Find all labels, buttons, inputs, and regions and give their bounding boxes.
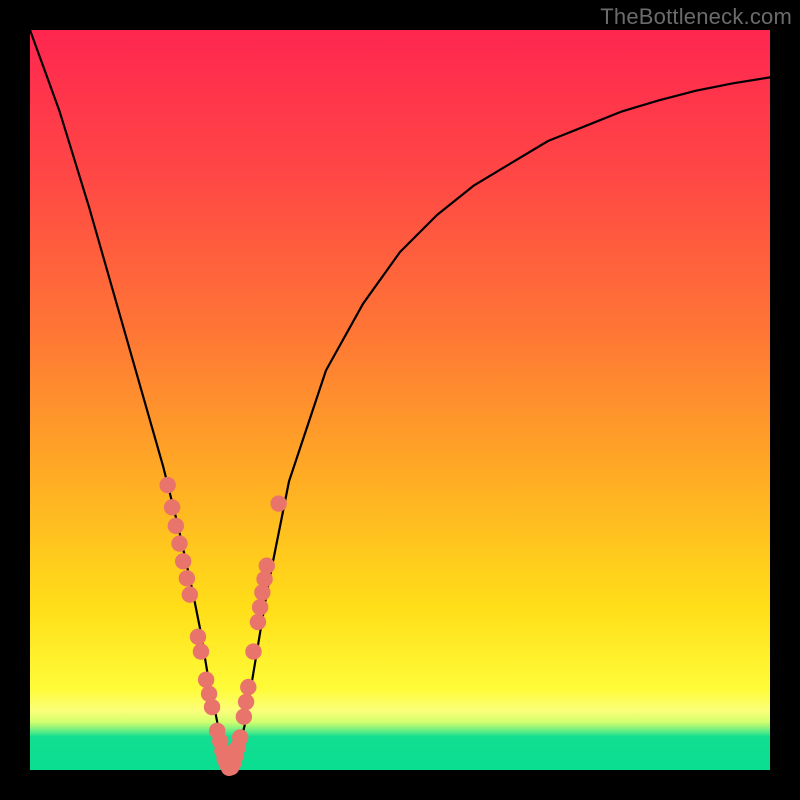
highlight-marker bbox=[250, 614, 266, 630]
chart-overlay bbox=[30, 30, 770, 770]
highlight-marker bbox=[270, 495, 286, 511]
highlight-marker bbox=[259, 558, 275, 574]
watermark-text: TheBottleneck.com bbox=[600, 4, 792, 30]
highlight-marker bbox=[252, 599, 268, 615]
highlight-marker bbox=[238, 694, 254, 710]
highlight-marker bbox=[164, 499, 180, 515]
highlight-markers bbox=[159, 477, 286, 776]
highlight-marker bbox=[179, 570, 195, 586]
highlight-marker bbox=[190, 629, 206, 645]
highlight-marker bbox=[171, 535, 187, 551]
highlight-marker bbox=[232, 729, 248, 745]
highlight-marker bbox=[175, 553, 191, 569]
chart-stage: TheBottleneck.com bbox=[0, 0, 800, 800]
highlight-marker bbox=[168, 518, 184, 534]
highlight-marker bbox=[159, 477, 175, 493]
highlight-marker bbox=[245, 643, 261, 659]
highlight-marker bbox=[240, 679, 256, 695]
bottleneck-curve bbox=[30, 30, 770, 770]
highlight-marker bbox=[198, 672, 214, 688]
highlight-marker bbox=[193, 643, 209, 659]
highlight-marker bbox=[204, 699, 220, 715]
highlight-marker bbox=[236, 709, 252, 725]
highlight-marker bbox=[182, 586, 198, 602]
